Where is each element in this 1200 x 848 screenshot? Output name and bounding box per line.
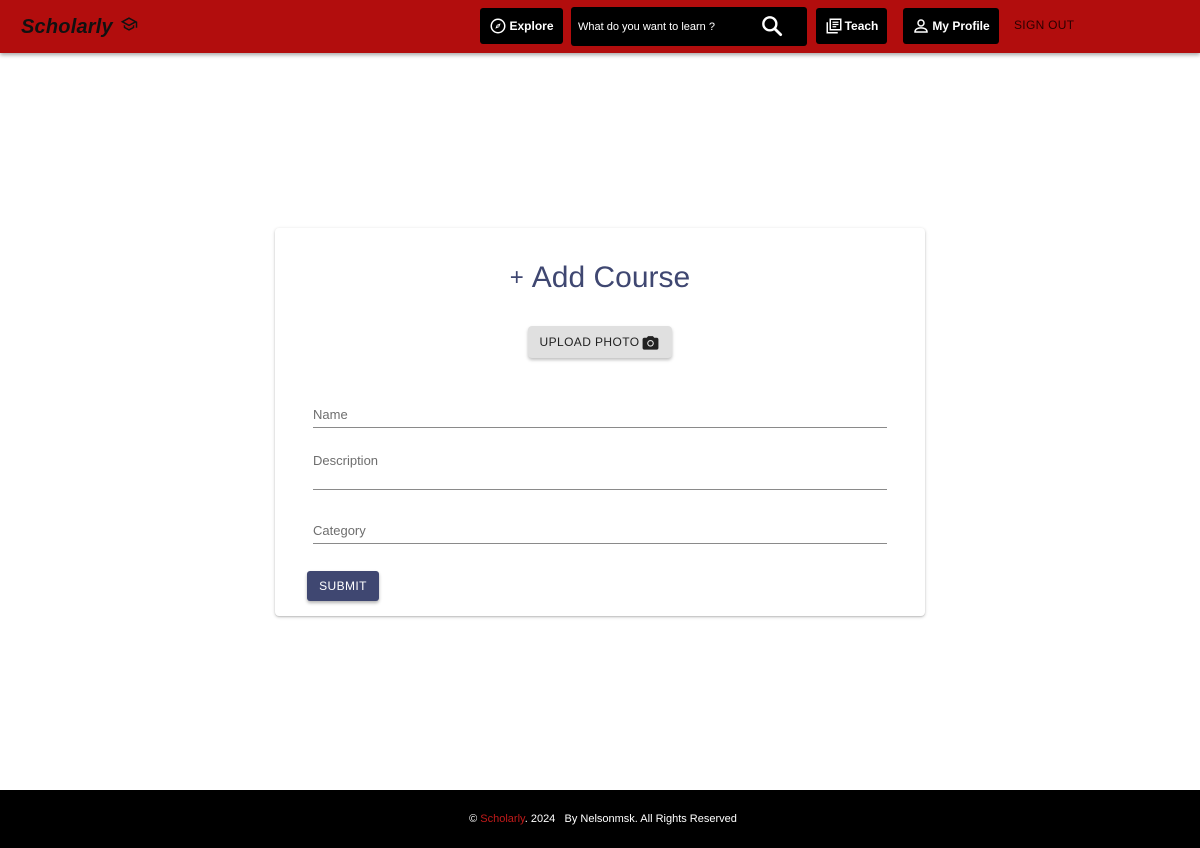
explore-button[interactable]: Explore [480, 8, 563, 44]
search-icon[interactable] [759, 13, 785, 39]
page-title: + Add Course [275, 261, 925, 295]
upload-photo-label: UPLOAD PHOTO [539, 335, 640, 349]
name-input[interactable] [313, 407, 887, 422]
submit-button[interactable]: SUBMIT [307, 571, 379, 601]
person-icon [914, 19, 929, 33]
compass-icon [490, 18, 506, 34]
brand-name: Scholarly [21, 15, 113, 38]
my-profile-button[interactable]: My Profile [903, 8, 999, 44]
teach-button[interactable]: Teach [816, 8, 887, 44]
footer-brand-link[interactable]: Scholarly [480, 813, 524, 825]
add-course-card: + Add Course UPLOAD PHOTO SUBMIT [275, 228, 925, 616]
teach-label: Teach [844, 19, 879, 33]
footer-credit: By Nelsonmsk. All Rights Reserved [564, 813, 737, 825]
copyright-symbol: © [469, 813, 478, 825]
camera-icon [643, 335, 659, 350]
page-title-text: Add Course [531, 261, 691, 294]
footer-text: © Scholarly. 2024 By Nelsonmsk. All Righ… [469, 813, 737, 825]
search-input[interactable] [578, 17, 758, 37]
explore-label: Explore [509, 19, 554, 33]
search-bar [571, 7, 807, 46]
brand-logo[interactable]: Scholarly [21, 14, 139, 40]
footer-year: . 2024 [524, 813, 556, 825]
category-field [313, 522, 887, 544]
app-bar: Scholarly Explore Teach My P [0, 0, 1200, 53]
sign-out-button[interactable]: SIGN OUT [1014, 18, 1074, 32]
plus-icon: + [509, 264, 524, 291]
upload-photo-button[interactable]: UPLOAD PHOTO [528, 326, 672, 358]
library-books-icon [826, 18, 842, 34]
my-profile-label: My Profile [932, 19, 990, 33]
name-field [313, 406, 887, 428]
description-input[interactable] [313, 453, 887, 468]
category-input[interactable] [313, 523, 887, 538]
footer: © Scholarly. 2024 By Nelsonmsk. All Righ… [0, 790, 1200, 848]
description-field [313, 453, 887, 490]
graduation-cap-icon [120, 17, 138, 31]
